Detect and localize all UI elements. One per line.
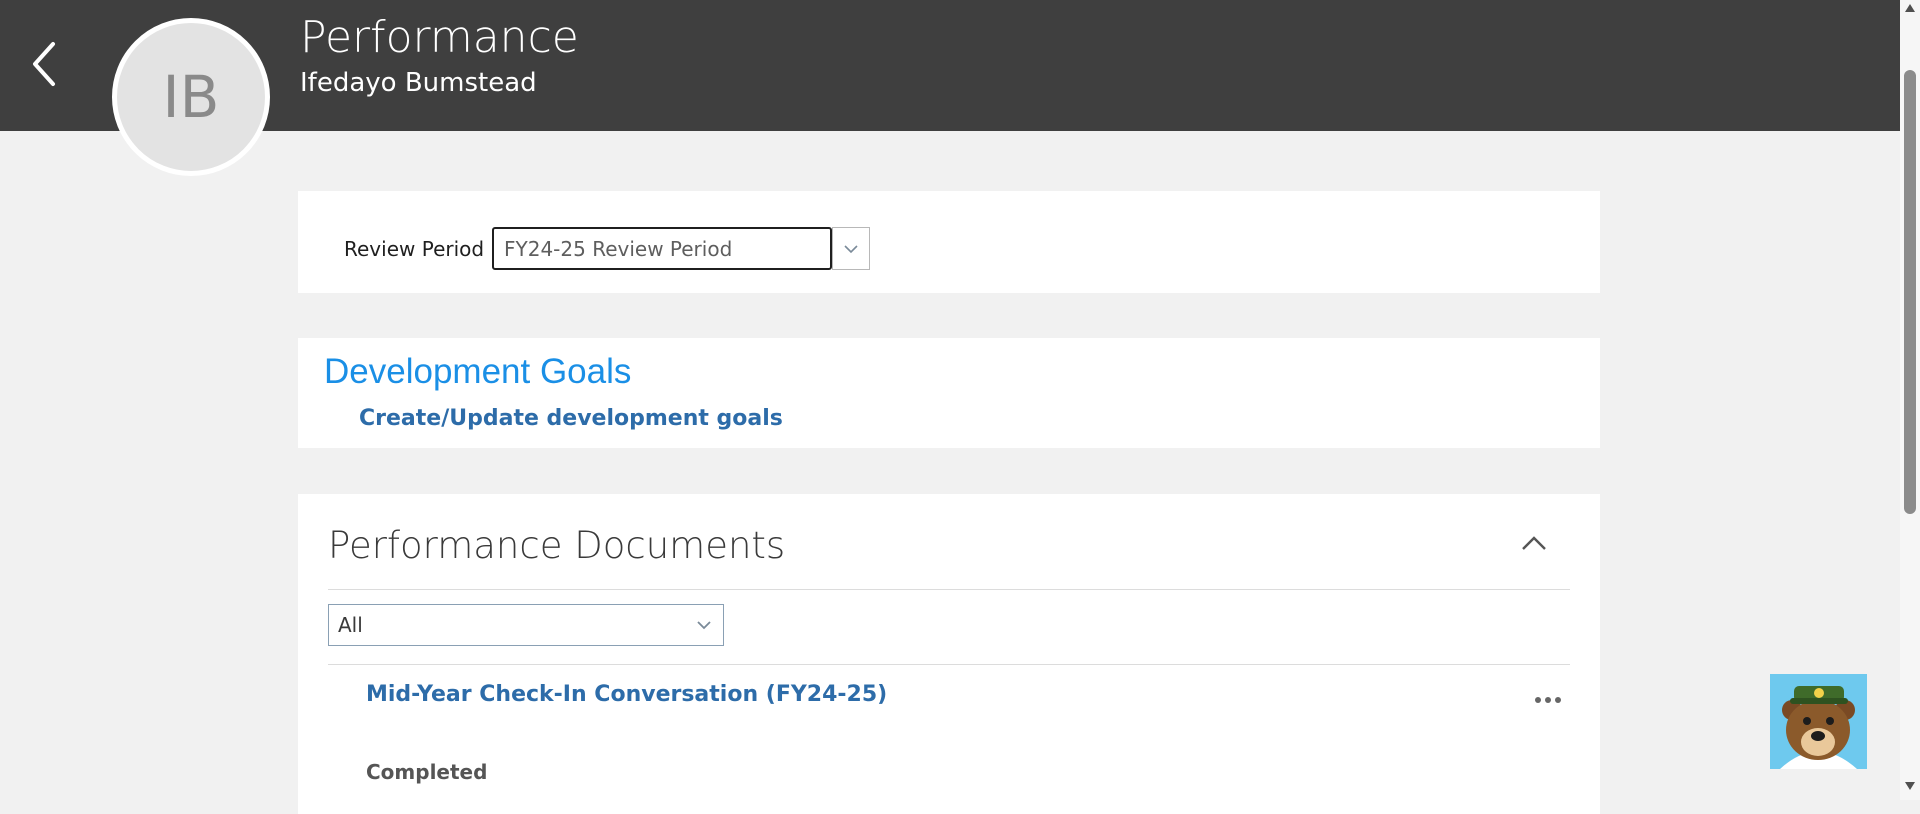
document-filter-select[interactable]: All [328,604,724,646]
more-actions-button[interactable] [1528,690,1568,710]
scrollbar-thumb[interactable] [1904,70,1916,514]
performance-documents-card: Performance Documents All Mid-Year Check… [298,494,1600,814]
chevron-down-icon [697,621,711,630]
review-period-select[interactable]: FY24-25 Review Period [492,227,832,270]
create-update-goals-link[interactable]: Create/Update development goals [359,406,783,431]
ellipsis-icon [1535,697,1561,703]
chevron-left-icon [33,42,55,86]
review-period-card: Review Period FY24-25 Review Period [298,191,1600,293]
document-link[interactable]: Mid-Year Check-In Conversation (FY24-25) [366,682,887,707]
development-goals-card: Development Goals Create/Update developm… [298,338,1600,448]
assistant-launcher[interactable] [1770,674,1867,769]
review-period-dropdown-button[interactable] [832,227,870,270]
scroll-up-arrow-icon[interactable] [1905,4,1915,12]
development-goals-title: Development Goals [324,352,632,391]
avatar: IB [112,18,270,176]
review-period-value: FY24-25 Review Period [504,236,733,261]
back-button[interactable] [22,38,66,90]
chevron-up-icon [1522,536,1546,550]
performance-documents-title: Performance Documents [328,524,786,567]
divider [328,589,1570,590]
vertical-scrollbar[interactable] [1900,0,1920,800]
divider [328,664,1570,665]
bear-mascot-icon [1780,686,1857,769]
document-filter-value: All [338,613,363,637]
review-period-label: Review Period [344,237,485,261]
collapse-section-button[interactable] [1516,528,1552,558]
document-status: Completed [366,760,488,784]
scroll-down-arrow-icon[interactable] [1905,782,1915,790]
chevron-down-icon [844,244,858,253]
page-header: Performance Ifedayo Bumstead [0,0,1900,131]
employee-name: Ifedayo Bumstead [300,68,537,98]
page-title: Performance [300,12,579,63]
